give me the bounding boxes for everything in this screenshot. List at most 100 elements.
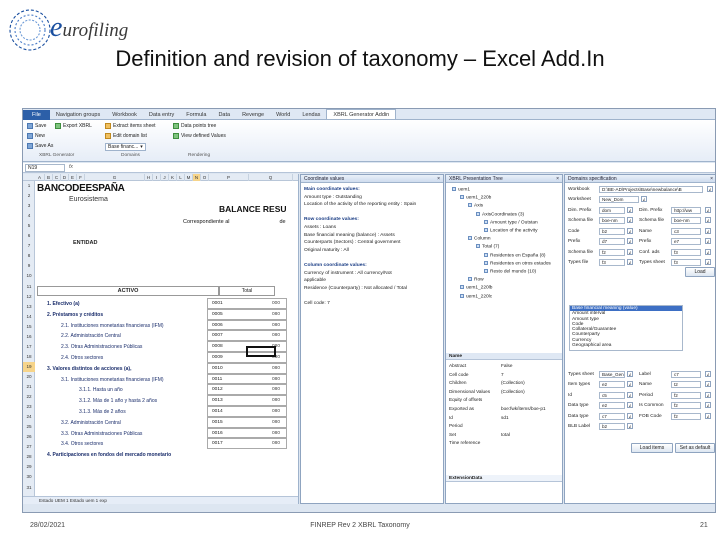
domain-field[interactable]: boe-nm: [599, 217, 625, 225]
cell-picker-icon[interactable]: ↲: [627, 207, 633, 213]
domain-field[interactable]: f3: [599, 259, 625, 266]
ribbon-tab[interactable]: Lendas: [296, 110, 326, 120]
close-icon[interactable]: ×: [556, 175, 559, 183]
domain-field[interactable]: f2: [599, 248, 625, 256]
row-header[interactable]: 10: [23, 271, 35, 281]
worksheet-picker-icon[interactable]: ↲: [641, 196, 647, 202]
row-header[interactable]: 30: [23, 472, 35, 482]
row-header[interactable]: 6: [23, 231, 35, 241]
workbook-field[interactable]: D:\BE-AD\Projects\Base\newbalance\B: [599, 186, 703, 193]
column-header[interactable]: K: [169, 174, 177, 181]
code-cell[interactable]: 0005 080: [207, 308, 287, 320]
row-header[interactable]: 29: [23, 462, 35, 472]
property-row[interactable]: Id sd1: [449, 415, 509, 420]
domain-field[interactable]: c3: [671, 227, 701, 235]
row-header[interactable]: 16: [23, 332, 35, 342]
selected-cell[interactable]: [246, 346, 276, 357]
column-header[interactable]: B: [45, 174, 53, 181]
set-default-button[interactable]: Set as default: [675, 443, 715, 453]
tree-node[interactable]: Residentes en otros estados: [484, 260, 551, 266]
column-header[interactable]: H: [145, 174, 153, 181]
tree-node[interactable]: Axis: [468, 203, 483, 209]
row-header[interactable]: 31: [23, 483, 35, 493]
worksheet[interactable]: ABCDEFGHIJKLMNOPQ 1 2 3 4 5 6 7 8 9 10 11 12 13 14 15 1…: [23, 174, 299, 504]
ribbon-tab[interactable]: Data entry: [143, 110, 180, 120]
code-cell[interactable]: 0017 080: [207, 438, 287, 450]
row-header[interactable]: 12: [23, 292, 35, 302]
tree-node[interactable]: Residentes en España (8): [484, 252, 545, 258]
row-header[interactable]: 11: [23, 282, 35, 292]
cell-picker-icon[interactable]: ↲: [627, 248, 633, 255]
property-row[interactable]: Time reference: [449, 440, 480, 445]
domain-field[interactable]: b2: [599, 423, 625, 430]
property-row[interactable]: Equity of offsets: [449, 397, 482, 402]
tree-node[interactable]: Total (7): [476, 244, 499, 250]
tree-node[interactable]: Amount type / Outstan: [484, 219, 538, 225]
tree-node[interactable]: uem1_220lb: [460, 285, 492, 291]
name-box[interactable]: N19: [25, 164, 65, 172]
code-cell[interactable]: 0007 080: [207, 330, 287, 342]
cell-picker-icon[interactable]: ↲: [627, 238, 633, 245]
load-items-button[interactable]: Load items: [631, 443, 673, 453]
row-header[interactable]: 27: [23, 442, 35, 452]
column-header[interactable]: D: [61, 174, 69, 181]
domain-field[interactable]: dom: [599, 207, 625, 214]
row-header[interactable]: 5: [23, 221, 35, 231]
column-header[interactable]: A: [35, 174, 45, 181]
cell-picker-icon[interactable]: ↲: [627, 259, 633, 265]
ribbon-tab[interactable]: Navigation groups: [50, 110, 106, 120]
row-header[interactable]: 23: [23, 402, 35, 412]
property-row[interactable]: Dimensional Values (Collection): [449, 389, 525, 394]
ribbon-tab[interactable]: File: [23, 110, 50, 120]
column-header[interactable]: I: [153, 174, 161, 181]
tree-node[interactable]: uem1_220b: [460, 195, 491, 200]
cell-picker-icon[interactable]: ↲: [627, 402, 633, 409]
sheet-tabs[interactable]: Estado UEM 1 Estado uem 1 exp: [23, 496, 298, 504]
export-xbrl-button[interactable]: Export XBRL: [55, 123, 92, 129]
close-icon[interactable]: ×: [437, 175, 440, 183]
domain-field[interactable]: e2: [599, 402, 625, 410]
row-header[interactable]: 14: [23, 312, 35, 322]
domain-field[interactable]: Base_Gen: [599, 371, 625, 378]
ribbon-tab[interactable]: Workbook: [106, 110, 143, 120]
domain-field[interactable]: e2: [599, 381, 625, 389]
code-cell[interactable]: 0012 080: [207, 384, 287, 396]
cell-picker-icon[interactable]: ↲: [705, 259, 711, 265]
property-row[interactable]: Period: [449, 423, 463, 428]
cell-picker-icon[interactable]: ↲: [627, 381, 633, 388]
domain-field[interactable]: t2: [671, 381, 701, 389]
edit-domains-button[interactable]: Edit domain list: [105, 133, 147, 139]
code-cell[interactable]: 0010 080: [207, 362, 287, 374]
tree-node[interactable]: AxisCoordinates (3): [476, 211, 524, 217]
row-header[interactable]: 8: [23, 251, 35, 261]
domain-field[interactable]: http://ww: [671, 207, 701, 214]
column-header[interactable]: N: [193, 174, 201, 181]
cell-picker-icon[interactable]: ↲: [627, 391, 633, 398]
row-header[interactable]: 20: [23, 372, 35, 382]
row-header[interactable]: 9: [23, 261, 35, 271]
save-button[interactable]: Save: [27, 123, 46, 129]
domain-list-item[interactable]: Geographical area: [570, 343, 682, 348]
column-header[interactable]: P: [209, 174, 249, 181]
domain-field[interactable]: f3: [671, 259, 701, 266]
cell-picker-icon[interactable]: ↲: [705, 207, 711, 213]
row-header[interactable]: 3: [23, 201, 35, 211]
property-row[interactable]: Exported as boe:fwk/items/boe-p1: [449, 406, 546, 411]
domain-field[interactable]: c5: [599, 391, 625, 399]
tree-node[interactable]: uem1_220lc: [460, 293, 492, 299]
base-finance-dropdown[interactable]: Base financ... ▾: [105, 143, 146, 151]
code-cell[interactable]: 0013 080: [207, 395, 287, 406]
cell-picker-icon[interactable]: ↲: [705, 412, 711, 419]
cell-picker-icon[interactable]: ↲: [627, 371, 633, 377]
cell-picker-icon[interactable]: ↲: [705, 217, 711, 224]
defined-values-button[interactable]: View defined Values: [173, 133, 226, 139]
tree-node[interactable]: Column: [468, 236, 491, 241]
cell-picker-icon[interactable]: ↲: [705, 248, 711, 255]
new-button[interactable]: New: [27, 133, 45, 139]
cell-picker-icon[interactable]: ↲: [705, 238, 711, 245]
domain-field[interactable]: e7: [671, 238, 701, 246]
ribbon-tab[interactable]: XBRL Generator Addin: [326, 109, 397, 119]
extract-items-button[interactable]: Extract items sheet: [105, 123, 156, 129]
row-header[interactable]: 28: [23, 452, 35, 462]
domain-field[interactable]: d7: [599, 238, 625, 246]
